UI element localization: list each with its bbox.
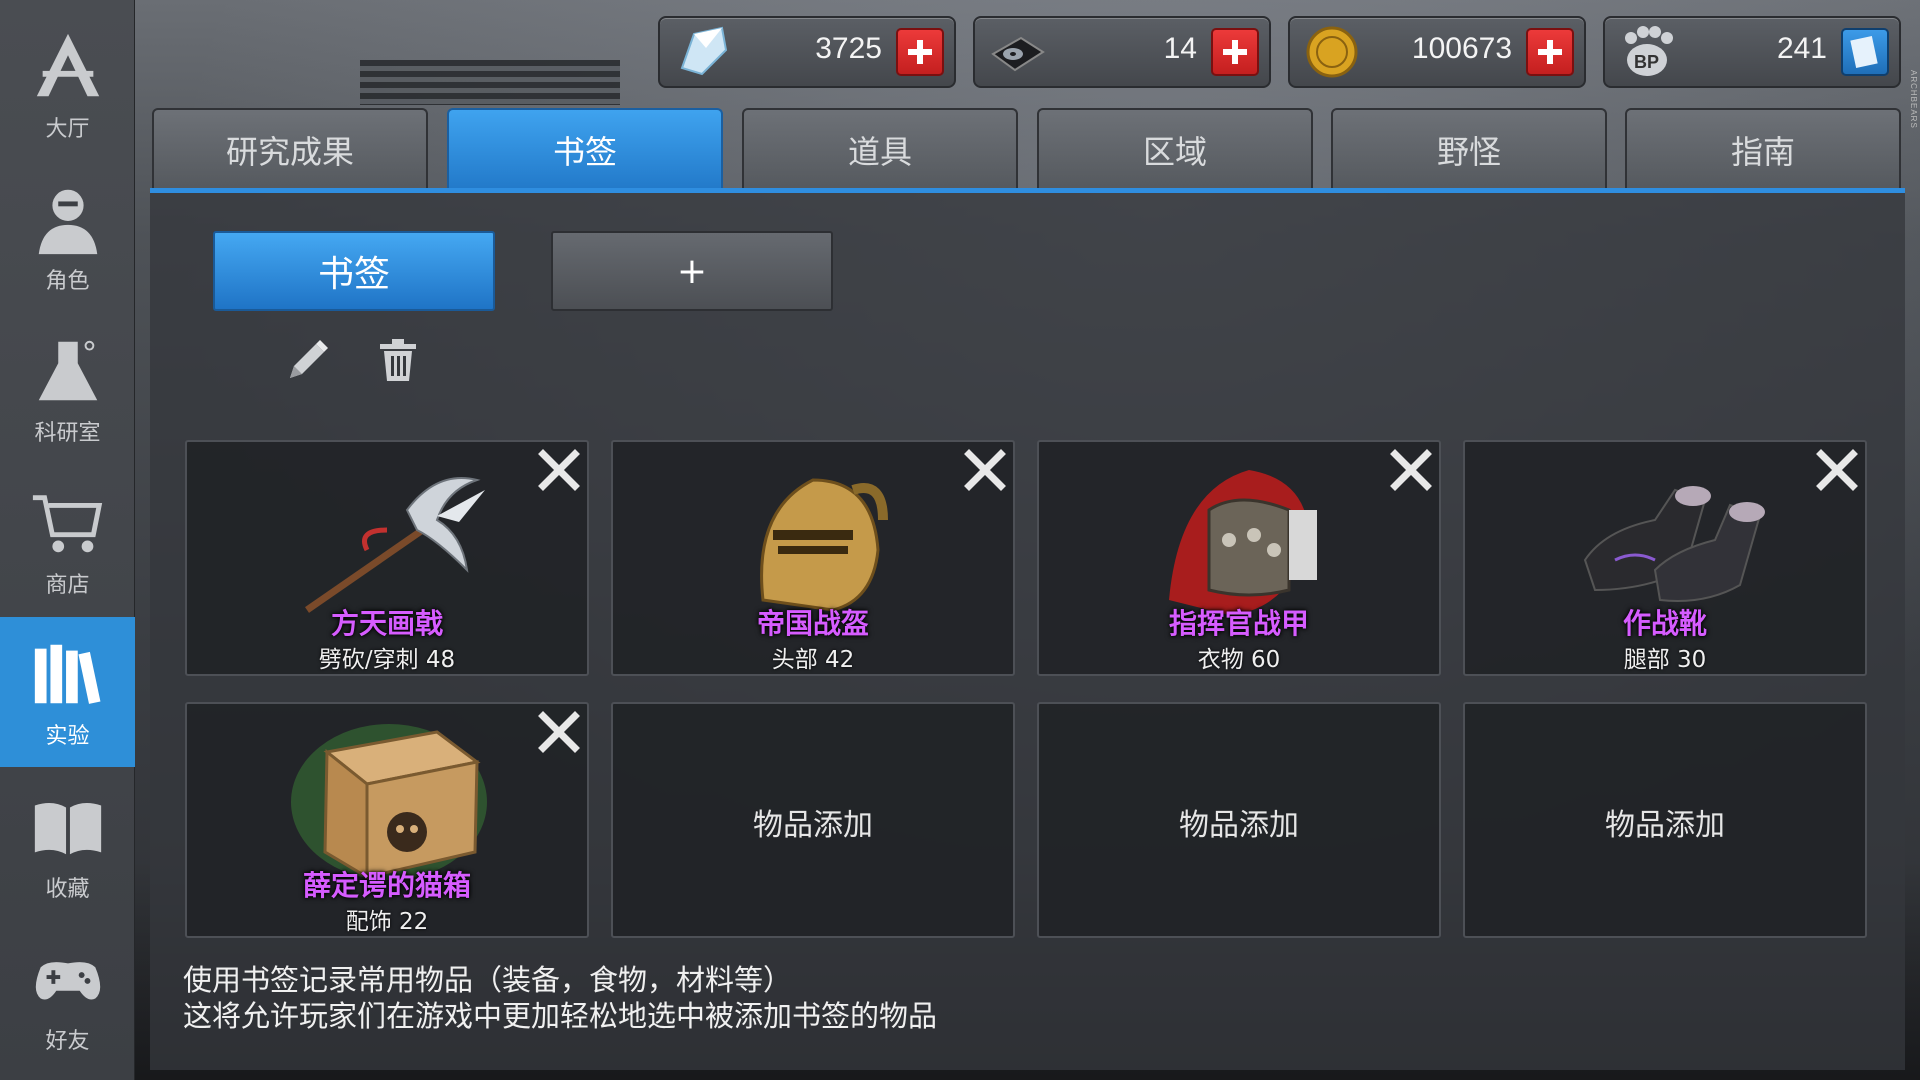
description-line: 使用书签记录常用物品（装备，食物，材料等） — [183, 963, 793, 997]
disk-icon — [987, 24, 1047, 80]
bookmark-slot[interactable]: 方天画戟 劈砍/穿刺 48 — [185, 440, 589, 676]
currency-disk: 14 — [973, 16, 1271, 88]
empty-slot-label: 物品添加 — [753, 808, 873, 843]
boots-icon — [1565, 450, 1769, 620]
sidebar-item-character[interactable]: 角色 — [0, 162, 135, 312]
sidebar-item-friends[interactable]: 好友 — [0, 922, 135, 1072]
sidebar-item-label: 收藏 — [45, 877, 90, 902]
halberd-icon — [287, 450, 491, 620]
bookmark-slot[interactable]: 作战靴 腿部 30 — [1463, 440, 1867, 676]
shopping-cart-icon — [28, 483, 108, 563]
item-name: 作战靴 — [1622, 607, 1707, 640]
sidebar: 大厅 角色 科研室 商店 实验 收藏 好友 — [0, 0, 135, 1080]
tab-guide[interactable]: 指南 — [1625, 108, 1901, 190]
gamepad-icon — [28, 939, 108, 1019]
sidebar-item-label: 科研室 — [34, 421, 101, 446]
currency-value: 100673 — [1411, 32, 1512, 65]
item-name: 方天画戟 — [330, 607, 443, 640]
close-icon[interactable] — [535, 446, 583, 494]
description-line: 这将允许玩家们在游戏中更加轻松地选中被添加书签的物品 — [183, 999, 938, 1033]
sidebar-item-collection[interactable]: 收藏 — [0, 770, 135, 920]
trash-icon[interactable] — [374, 336, 422, 384]
tab-bookmarks[interactable]: 书签 — [447, 108, 723, 190]
close-icon[interactable] — [1387, 446, 1435, 494]
side-brand-strip: ARCHBEARS — [1909, 70, 1918, 129]
add-gold-button[interactable] — [1526, 28, 1574, 76]
helmet-icon — [713, 450, 917, 620]
empty-slot-add-item[interactable]: 物品添加 — [1463, 702, 1867, 938]
sidebar-item-experiment[interactable]: 实验 — [0, 617, 135, 767]
sidebar-item-label: 商店 — [45, 573, 90, 598]
gold-coin-icon — [1302, 24, 1362, 80]
item-name: 指挥官战甲 — [1168, 607, 1309, 640]
add-disk-button[interactable] — [1211, 28, 1259, 76]
close-icon[interactable] — [535, 708, 583, 756]
bookmark-slot[interactable]: 薛定谔的猫箱 配饰 22 — [185, 702, 589, 938]
lobby-icon — [28, 27, 108, 107]
close-icon[interactable] — [961, 446, 1009, 494]
bookmark-group-button[interactable]: 书签 — [213, 231, 495, 311]
sidebar-item-label: 实验 — [45, 724, 90, 749]
currency-gold: 100673 — [1288, 16, 1586, 88]
item-stat: 头部 42 — [771, 647, 855, 673]
close-icon[interactable] — [1813, 446, 1861, 494]
currency-value: 14 — [1163, 32, 1197, 65]
item-stat: 衣物 60 — [1197, 647, 1281, 673]
bookmark-slot[interactable]: 帝国战盔 头部 42 — [611, 440, 1015, 676]
currency-crystal: 3725 — [658, 16, 956, 88]
item-stat: 腿部 30 — [1623, 647, 1707, 673]
empty-slot-add-item[interactable]: 物品添加 — [1037, 702, 1441, 938]
currency-value: 241 — [1776, 32, 1827, 65]
item-stat: 劈砍/穿刺 48 — [318, 647, 456, 673]
bp-card-button[interactable] — [1841, 28, 1889, 76]
lab-flask-icon — [28, 331, 108, 411]
sidebar-item-lobby[interactable]: 大厅 — [0, 10, 135, 160]
crystal-icon — [672, 24, 732, 80]
currency-value: 3725 — [815, 32, 882, 65]
cat-box-icon — [287, 712, 491, 882]
ceiling-vent — [360, 60, 620, 105]
empty-slot-label: 物品添加 — [1179, 808, 1299, 843]
character-icon — [28, 179, 108, 259]
empty-slot-add-item[interactable]: 物品添加 — [611, 702, 1015, 938]
bookmark-description: 使用书签记录常用物品（装备，食物，材料等） 这将允许玩家们在游戏中更加轻松地选中… — [183, 962, 937, 1034]
sidebar-item-shop[interactable]: 商店 — [0, 466, 135, 616]
sidebar-item-label: 好友 — [45, 1029, 90, 1054]
sidebar-item-label: 角色 — [45, 269, 90, 294]
tab-items[interactable]: 道具 — [742, 108, 1018, 190]
books-icon — [28, 634, 108, 714]
add-crystal-button[interactable] — [896, 28, 944, 76]
armor-icon — [1139, 450, 1343, 620]
item-name: 帝国战盔 — [756, 607, 869, 640]
currency-bp: BP 241 — [1603, 16, 1901, 88]
sidebar-item-label: 大厅 — [45, 117, 90, 142]
tab-research-results[interactable]: 研究成果 — [152, 108, 428, 190]
item-name: 薛定谔的猫箱 — [302, 869, 471, 902]
item-stat: 配饰 22 — [345, 909, 429, 935]
bp-paw-icon: BP — [1617, 24, 1677, 80]
bookmark-slot[interactable]: 指挥官战甲 衣物 60 — [1037, 440, 1441, 676]
tab-monsters[interactable]: 野怪 — [1331, 108, 1607, 190]
sidebar-item-lab[interactable]: 科研室 — [0, 314, 135, 464]
svg-text:BP: BP — [1634, 52, 1659, 72]
edit-pencil-icon[interactable] — [284, 336, 332, 384]
empty-slot-label: 物品添加 — [1605, 808, 1725, 843]
open-book-icon — [28, 787, 108, 867]
add-bookmark-group-button[interactable]: + — [551, 231, 833, 311]
tab-regions[interactable]: 区域 — [1037, 108, 1313, 190]
